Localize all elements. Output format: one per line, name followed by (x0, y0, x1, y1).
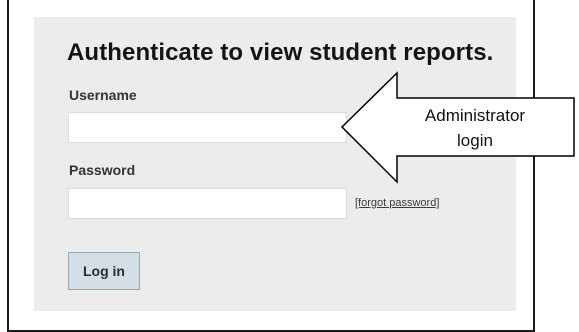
username-input[interactable] (68, 112, 347, 143)
forgot-password-link[interactable]: [forgot password] (355, 197, 439, 209)
login-button[interactable]: Log in (68, 252, 140, 290)
password-input[interactable] (68, 188, 347, 219)
username-label: Username (69, 87, 137, 103)
password-label: Password (69, 162, 136, 178)
page-title: Authenticate to view student reports. (67, 39, 494, 66)
